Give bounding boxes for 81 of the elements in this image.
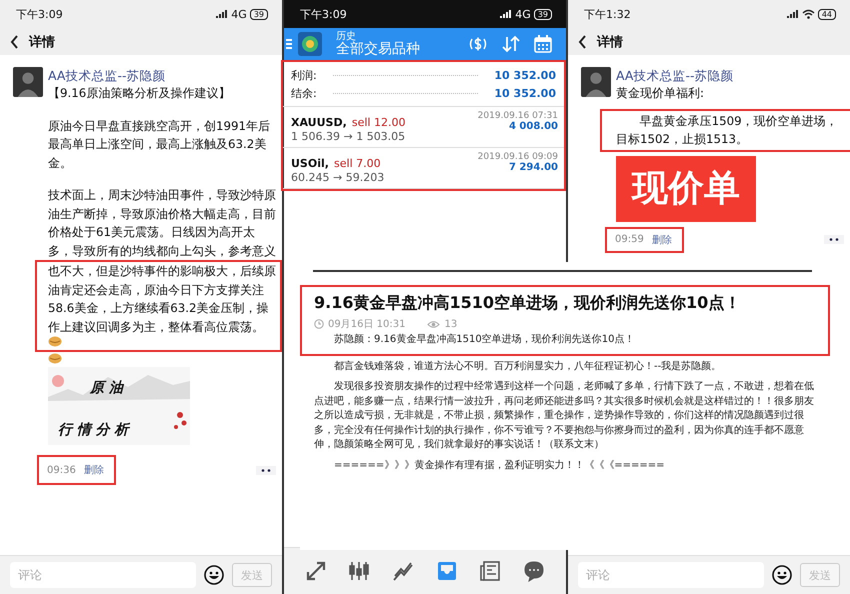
- article-title: 9.16黄金早盘冲高1510空单进场，现价利润先送你10点！: [314, 292, 742, 314]
- arrows-icon[interactable]: [304, 560, 327, 582]
- signal-icon: [786, 10, 799, 18]
- avatar: [13, 67, 43, 97]
- currency-exchange-icon[interactable]: [468, 36, 488, 52]
- article-paragraph: 都言金钱难落袋，谁道方法心不明。百万利润显实力，八年征程证初心！--我是苏隐颜。: [333, 360, 722, 374]
- post-time: 09:59: [615, 234, 644, 245]
- trade-row[interactable]: USOil, sell 7.00 60.245 → 59.203 2019.09.16 09:09 7 294.00: [283, 148, 564, 189]
- trade-side: sell 12.00: [352, 116, 406, 129]
- signal-icon: [216, 10, 228, 18]
- summary-value: 10 352.00: [494, 86, 556, 100]
- trade-prices: 60.245 → 59.203: [291, 171, 384, 184]
- delete-link[interactable]: 删除: [652, 232, 672, 246]
- delete-link[interactable]: 删除: [84, 463, 104, 477]
- signal-icon: [500, 10, 512, 18]
- candlestick-icon[interactable]: [348, 560, 370, 582]
- status-time: 下午3:09: [16, 6, 63, 22]
- emoji-icon[interactable]: [772, 565, 792, 585]
- inbox-icon[interactable]: [436, 560, 458, 582]
- trade-profit: 4 008.00: [508, 121, 558, 132]
- banner-text: 原 油: [90, 379, 123, 397]
- article-paragraph: ======》》》黄金操作有理有据，盈利证明实力！！《《《======: [333, 458, 666, 472]
- battery-indicator: 44: [818, 8, 836, 20]
- handshake-emoji-icon: [48, 353, 62, 364]
- trend-chart-icon[interactable]: [392, 560, 414, 582]
- back-icon[interactable]: [10, 34, 19, 48]
- app-logo-icon: [298, 32, 322, 56]
- trade-symbol: XAUUSD,: [291, 116, 347, 129]
- back-icon[interactable]: [578, 34, 587, 48]
- trade-prices: 1 506.39 → 1 503.05: [291, 130, 406, 143]
- post-text: 原油今日早盘直接跳空高开，创1991年后最高单日上涨空间，最高上涨触及63.2美金。: [48, 118, 272, 172]
- trade-date: 2019.09.16 07:31: [478, 111, 558, 121]
- more-icon: [829, 238, 839, 241]
- avatar: [581, 67, 611, 97]
- header-title: 详情: [29, 34, 55, 50]
- more-button[interactable]: [256, 466, 276, 474]
- trade-row[interactable]: XAUUSD, sell 12.00 1 506.39 → 1 503.05 2019.09.16 07:31 4 008.00: [283, 107, 564, 148]
- summary-label: 利润:: [291, 68, 317, 82]
- eye-icon: [427, 320, 440, 328]
- post-text: 技术面上，周末沙特油田事件，导致沙特原油生产断掉，导致原油价格大幅走高，目前价格处于61美元震荡。日线因为高开太多，导致所有的均线都向上勾头，参考意义: [48, 187, 276, 260]
- author-name[interactable]: AA技术总监--苏隐颜: [48, 67, 276, 84]
- status-time: 下午3:09: [300, 6, 347, 22]
- wifi-icon: [802, 9, 815, 19]
- chat-bubble-icon[interactable]: [523, 560, 546, 582]
- author-name[interactable]: AA技术总监--苏隐颜: [616, 67, 844, 84]
- trade-profit: 7 294.00: [508, 162, 558, 173]
- emoji-icon[interactable]: [204, 565, 224, 585]
- post-text: 也不大，但是沙特事件的影响极大，后续原油肯定还会走高，原油今日下方支撑关注58.6美金，上方继续看63.2美金压制，操作上建议回调多为主，整体看高位震荡。: [48, 263, 277, 336]
- handshake-emoji-icon: [48, 336, 62, 347]
- comment-field[interactable]: 评论: [10, 562, 196, 588]
- header-title: 详情: [597, 34, 623, 50]
- article-date: 09月16日 10:31: [328, 318, 406, 331]
- trade-side: sell 7.00: [334, 157, 381, 170]
- banner-text: 行 情 分 析: [58, 421, 129, 439]
- battery-indicator: 39: [534, 8, 552, 20]
- post-time: 09:36: [47, 464, 76, 476]
- post-title: 【9.16原油策略分析及操作建议】: [48, 85, 232, 102]
- trade-symbol: USOil,: [291, 157, 329, 170]
- trade-date: 2019.09.16 09:09: [478, 152, 558, 162]
- summary-value: 10 352.00: [494, 68, 556, 82]
- app-bar-title[interactable]: 全部交易品种: [336, 42, 454, 58]
- network-label: 4G: [231, 8, 247, 20]
- banner-text: 现价单: [616, 156, 756, 222]
- network-label: 4G: [515, 8, 531, 20]
- status-time: 下午1:32: [584, 6, 631, 22]
- more-icon: [261, 468, 271, 472]
- menu-icon[interactable]: [286, 38, 292, 50]
- newspaper-icon[interactable]: [479, 560, 502, 582]
- comment-field[interactable]: 评论: [578, 562, 764, 588]
- summary-label: 结余:: [291, 86, 317, 100]
- sort-icon[interactable]: [502, 35, 520, 53]
- post-title: 黄金现价单福利:: [616, 85, 705, 102]
- more-button[interactable]: [824, 235, 844, 244]
- clock-icon: [314, 319, 324, 329]
- article-paragraph: 发现很多投资朋友操作的过程中经常遇到这样一个问题，老师喊了多单，行情下跌了一点，不敢进，想着在低点进吧，能多赚一点，结果行情一波拉升，再问老师还能进多吗？其实很多时候机会就是这样错过的！！很多朋友之所以造成亏损，无非就是，不带止损，频繁操作，重仓操作，逆势操作导致的，你们这样的情况隐颜遇到过很多，完全没有任何操作计划的执行操作，你不亏谁亏？不要抱怨与你擦身而过的盈利，因为你真的连手都不愿意伸，隐颜策略全网可见，我们就拿最好的事实说话！（联系文末）: [314, 380, 815, 452]
- app-bar-subtitle: 历史: [336, 30, 356, 42]
- calendar-icon[interactable]: [534, 35, 552, 53]
- post-text: 早盘黄金承压1509，现价空单进场，目标1502，止损1513。: [616, 112, 839, 148]
- view-count: 13: [444, 318, 458, 330]
- article-lead: 苏隐颜：9.16黄金早盘冲高1510空单进场，现价利润先送你10点！: [333, 333, 636, 347]
- battery-indicator: 39: [250, 8, 268, 20]
